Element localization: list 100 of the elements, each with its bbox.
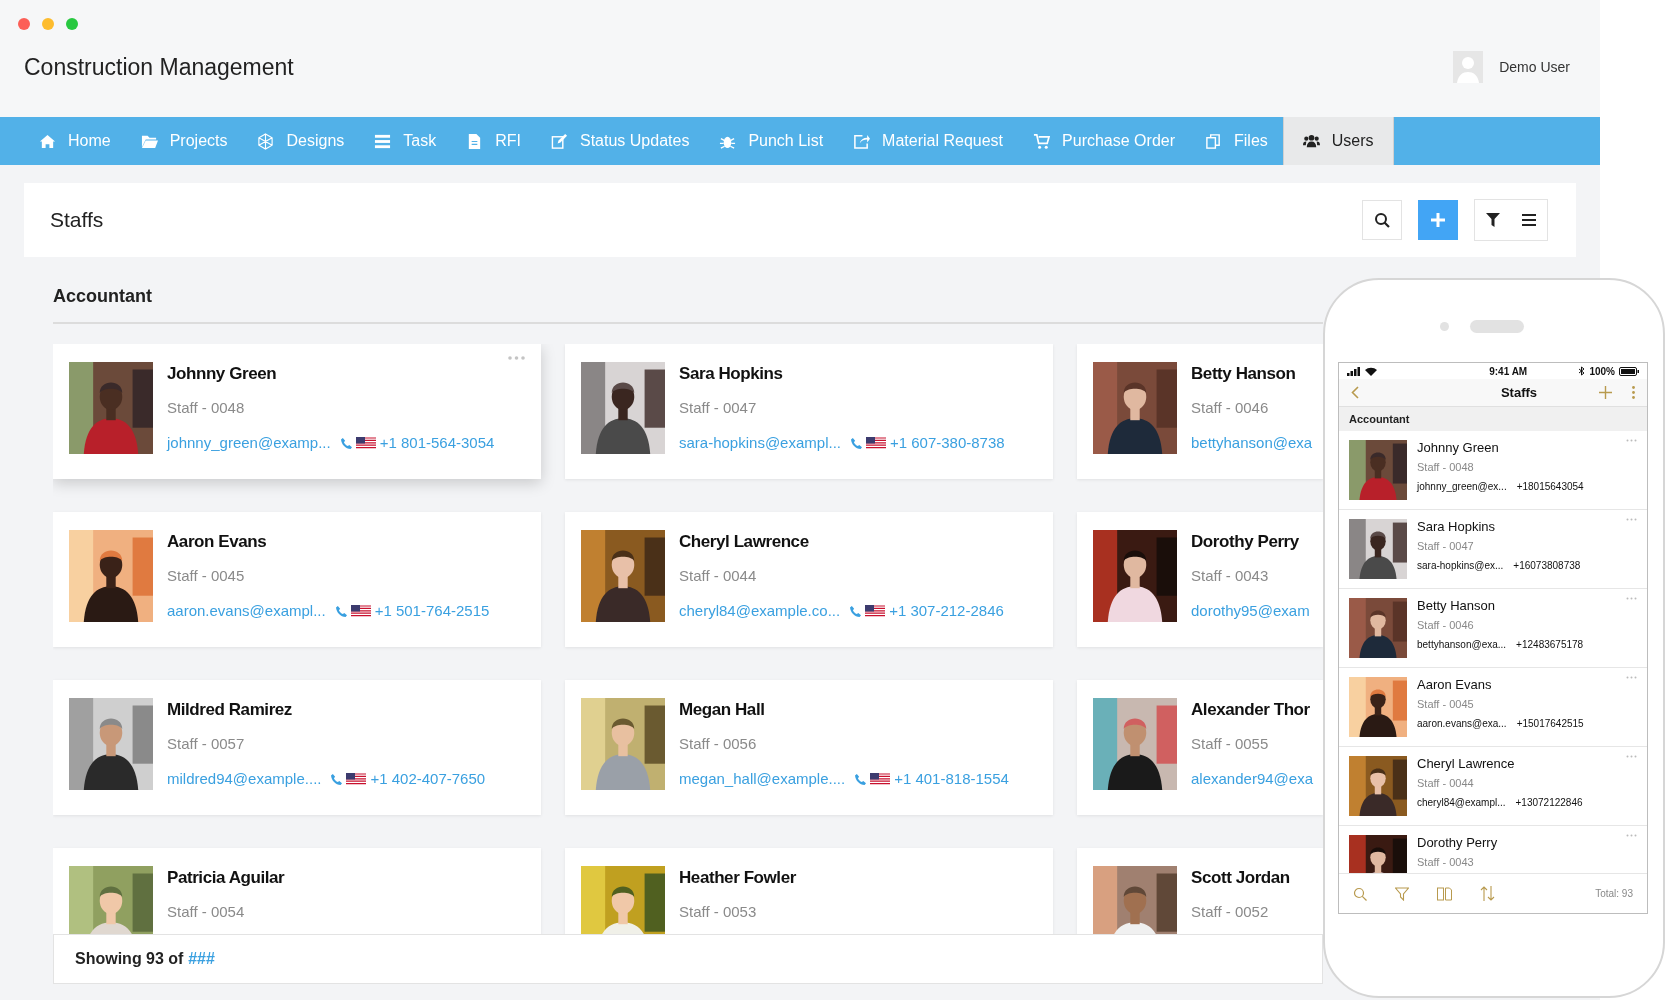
staff-name: Heather Fowler [679,867,796,889]
staff-card[interactable]: Cheryl Lawrence Staff - 0044 cheryl84@example.co... +1 307-212-2846 [565,512,1053,647]
email-link[interactable]: cheryl84@example.co... [679,600,841,623]
filter-icon [1486,213,1500,227]
total-link[interactable]: ### [187,950,215,967]
phone-link[interactable]: +1 402-407-7650 [370,768,486,791]
app-title: Construction Management [24,53,294,82]
total-count: Total: 93 [1595,887,1633,901]
search-button[interactable] [1362,200,1402,240]
close-window-button[interactable] [18,18,30,30]
nav-tab[interactable]: Purchase Order [1018,117,1190,165]
nav-tab[interactable]: Status Updates [536,117,705,165]
email-link[interactable]: aaron.evans@exampl... [167,600,326,623]
email-link[interactable]: johnny_green@examp... [167,432,331,455]
staff-name: Megan Hall [679,699,766,721]
staff-phone: +12483675178 [1516,638,1584,651]
phone-title: Staffs [1500,383,1538,402]
staff-card[interactable]: Mildred Ramirez Staff - 0057 mildred94@example.... +1 402-407-7650 [53,680,541,815]
sort-icon[interactable] [1480,886,1495,901]
staff-row[interactable]: Betty Hanson Staff - 0046 bettyhanson@exa... +12483675178 [1339,589,1647,668]
nav-tab[interactable]: Punch List [704,117,839,165]
staff-id: Staff - 0044 [1417,776,1475,790]
staff-name: Patricia Aguilar [167,867,285,889]
staff-id: Staff - 0043 [1191,566,1270,586]
group-heading: Accountant [53,286,152,306]
staff-card[interactable]: Aaron Evans Staff - 0045 aaron.evans@exampl... +1 501-764-2515 [53,512,541,647]
more-icon[interactable] [1632,386,1635,399]
staff-id: Staff - 0048 [1417,460,1475,474]
phone-icon [850,437,862,449]
staff-card[interactable]: Heather Fowler Staff - 0053 [565,848,1053,934]
phone-link[interactable]: +1 607-380-8738 [889,432,1005,455]
phone-link[interactable]: +1 401-818-1554 [894,768,1009,791]
staff-card[interactable]: Megan Hall Staff - 0056 megan_hall@example.... +1 401-818-1554 [565,680,1053,815]
staff-email: bettyhanson@exa... [1417,638,1507,651]
staff-email: johnny_green@ex... [1417,480,1507,493]
staff-name: Sara Hopkins [679,363,784,385]
phone-icon [855,773,867,785]
email-link[interactable]: alexander94@exa [1191,768,1313,791]
staff-id: Staff - 0047 [679,398,758,418]
staff-id: Staff - 0045 [167,566,246,586]
staff-row[interactable]: Aaron Evans Staff - 0045 aaron.evans@exa... +15017642515 [1339,668,1647,747]
result-count: Showing 93 of ### [75,949,215,969]
staff-id: Staff - 0045 [1417,697,1475,711]
staff-card[interactable]: Johnny Green Staff - 0048 johnny_green@examp... +1 801-564-3054 [53,344,541,479]
hexagon-icon [257,132,275,150]
staff-name: Johnny Green [1417,440,1500,456]
wifi-icon [1365,366,1377,376]
phone-link[interactable]: +1 307-212-2846 [889,600,1004,623]
staff-name: Scott Jordan [1191,867,1290,889]
staff-id: Staff - 0057 [167,734,246,754]
section-title: Accountant [1349,411,1410,427]
share-icon [853,132,871,150]
phone-icon [335,605,347,617]
staff-id: Staff - 0055 [1191,734,1270,754]
email-link[interactable]: mildred94@example.... [167,768,322,791]
user-name[interactable]: Demo User [1499,56,1570,78]
staff-email: sara-hopkins@ex... [1417,559,1504,572]
avatar-icon [1453,51,1484,84]
phone-link[interactable]: +1 801-564-3054 [379,432,495,455]
nav-tab[interactable]: Designs [242,117,360,165]
staff-id: Staff - 0043 [1417,855,1475,869]
edit-icon [551,132,568,150]
staff-card[interactable]: Alexander Thor Staff - 0055 alexander94@exa [1077,680,1323,815]
minimize-window-button[interactable] [42,18,54,30]
staff-card[interactable]: Sara Hopkins Staff - 0047 sara-hopkins@exampl... +1 607-380-8738 [565,344,1053,479]
copy-icon [1205,132,1222,150]
staff-name: Alexander Thor [1191,699,1311,721]
nav-tab[interactable]: RFI [451,117,536,165]
nav-tab[interactable]: Task [359,117,452,165]
phone-link[interactable]: +1 501-764-2515 [374,600,490,623]
email-link[interactable]: sara-hopkins@exampl... [679,432,841,455]
nav-tab[interactable]: Projects [125,117,243,165]
staff-row[interactable]: Cheryl Lawrence Staff - 0044 cheryl84@exampl... +13072122846 [1339,747,1647,826]
columns-icon[interactable] [1437,886,1452,901]
staff-row[interactable]: Sara Hopkins Staff - 0047 sara-hopkins@ex... +16073808738 [1339,510,1647,589]
more-icon[interactable] [508,356,525,360]
nav-tab[interactable]: Home [24,117,126,165]
zoom-window-button[interactable] [66,18,78,30]
filter-icon[interactable] [1395,886,1409,901]
flag-icon [350,605,371,618]
staff-phone: +13072122846 [1515,796,1583,809]
search-icon[interactable] [1353,886,1367,901]
staff-row[interactable]: Johnny Green Staff - 0048 johnny_green@ex... +18015643054 [1339,431,1647,510]
staff-card[interactable]: Scott Jordan Staff - 0052 [1077,848,1323,934]
nav-tab[interactable]: Files [1190,117,1283,165]
nav-tab[interactable]: Users [1282,117,1394,165]
staff-phone: +15017642515 [1516,717,1584,730]
back-icon[interactable] [1351,386,1359,399]
nav-tab[interactable]: Material Request [838,117,1019,165]
staff-card[interactable]: Patricia Aguilar Staff - 0054 [53,848,541,934]
add-button[interactable] [1418,200,1458,240]
staff-id: Staff - 0053 [679,902,758,922]
staff-name: Dorothy Perry [1191,531,1300,553]
staff-card[interactable]: Dorothy Perry Staff - 0043 dorothy95@exam [1077,512,1323,647]
staff-card[interactable]: Betty Hanson Staff - 0046 bettyhanson@exa [1077,344,1323,479]
home-icon [39,132,56,150]
email-link[interactable]: megan_hall@example.... [679,768,846,791]
email-link[interactable]: dorothy95@exam [1191,600,1310,623]
email-link[interactable]: bettyhanson@exa [1191,432,1313,455]
plus-icon[interactable] [1599,386,1612,399]
